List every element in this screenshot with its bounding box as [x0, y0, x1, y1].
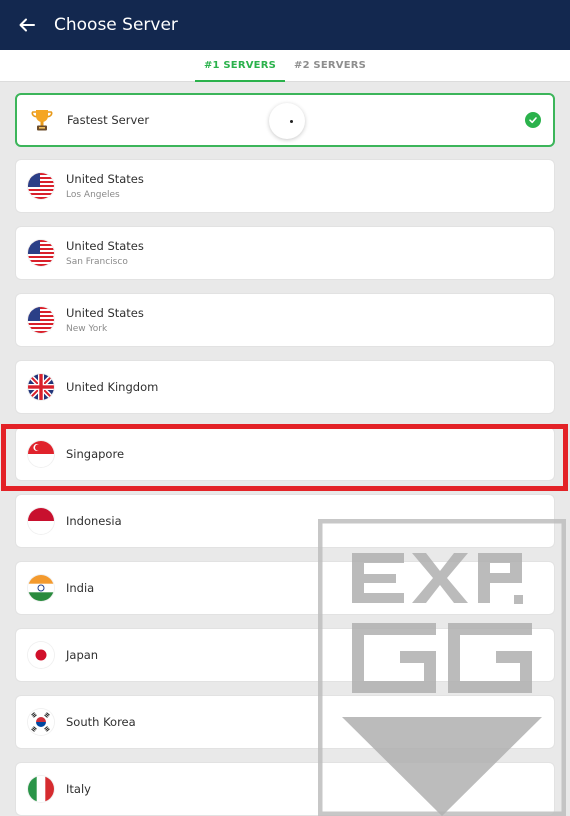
us-flag-icon: [28, 240, 54, 266]
server-text: United States Los Angeles: [66, 172, 144, 200]
server-item-us-new-york[interactable]: United States New York: [15, 293, 555, 347]
server-item-south-korea[interactable]: South Korea: [15, 695, 555, 749]
arrow-left-icon: [19, 18, 35, 32]
app-bar: Choose Server: [0, 0, 570, 50]
server-text: Indonesia: [66, 514, 122, 528]
indonesia-flag-icon: [28, 508, 54, 534]
tab-servers-1[interactable]: #1 SERVERS: [194, 50, 285, 82]
server-text: Singapore: [66, 447, 124, 461]
server-name: Singapore: [66, 447, 125, 461]
server-text: Italy: [66, 782, 91, 796]
server-name: Fastest Server: [67, 113, 150, 127]
server-name: United Kingdom: [66, 380, 159, 394]
server-list: Fastest Server United States Los Angeles: [0, 82, 570, 816]
server-item-us-san-francisco[interactable]: United States San Francisco: [15, 226, 555, 280]
italy-flag-icon: [28, 776, 54, 802]
us-flag-icon: [28, 307, 54, 333]
back-button[interactable]: [0, 0, 54, 50]
server-text: United Kingdom: [66, 380, 158, 394]
south-korea-flag-icon: [28, 709, 54, 735]
server-city: New York: [66, 324, 108, 334]
server-name: United States: [66, 172, 144, 186]
server-text: United States San Francisco: [66, 239, 144, 267]
server-name: Indonesia: [66, 514, 122, 528]
server-item-italy[interactable]: Italy: [15, 762, 555, 816]
server-item-singapore[interactable]: Singapore: [15, 427, 555, 481]
server-text: India: [66, 581, 94, 595]
uk-flag-icon: [28, 374, 54, 400]
server-name: United States: [66, 239, 144, 253]
server-tabs: #1 SERVERS #2 SERVERS: [0, 50, 570, 82]
server-item-united-kingdom[interactable]: United Kingdom: [15, 360, 555, 414]
server-item-japan[interactable]: Japan: [15, 628, 555, 682]
server-text: Japan: [66, 648, 98, 662]
server-text: United States New York: [66, 306, 144, 334]
page-title: Choose Server: [54, 15, 178, 35]
server-name: South Korea: [66, 715, 136, 729]
india-flag-icon: [28, 575, 54, 601]
loading-spinner: [269, 103, 305, 139]
server-item-india[interactable]: India: [15, 561, 555, 615]
tab-servers-2[interactable]: #2 SERVERS: [285, 50, 375, 81]
server-text: Fastest Server: [67, 113, 149, 127]
server-name: Italy: [66, 782, 91, 796]
japan-flag-icon: [28, 642, 54, 668]
server-city: Los Angeles: [66, 190, 120, 200]
us-flag-icon: [28, 173, 54, 199]
server-item-indonesia[interactable]: Indonesia: [15, 494, 555, 548]
check-circle-icon: [525, 112, 541, 128]
server-name: Japan: [66, 648, 99, 662]
singapore-flag-icon: [28, 441, 54, 467]
server-name: United States: [66, 306, 144, 320]
server-city: San Francisco: [66, 257, 128, 267]
server-name: India: [66, 581, 95, 595]
trophy-icon: [29, 107, 55, 133]
server-text: South Korea: [66, 715, 136, 729]
server-item-us-los-angeles[interactable]: United States Los Angeles: [15, 159, 555, 213]
server-item-fastest[interactable]: Fastest Server: [15, 93, 555, 147]
